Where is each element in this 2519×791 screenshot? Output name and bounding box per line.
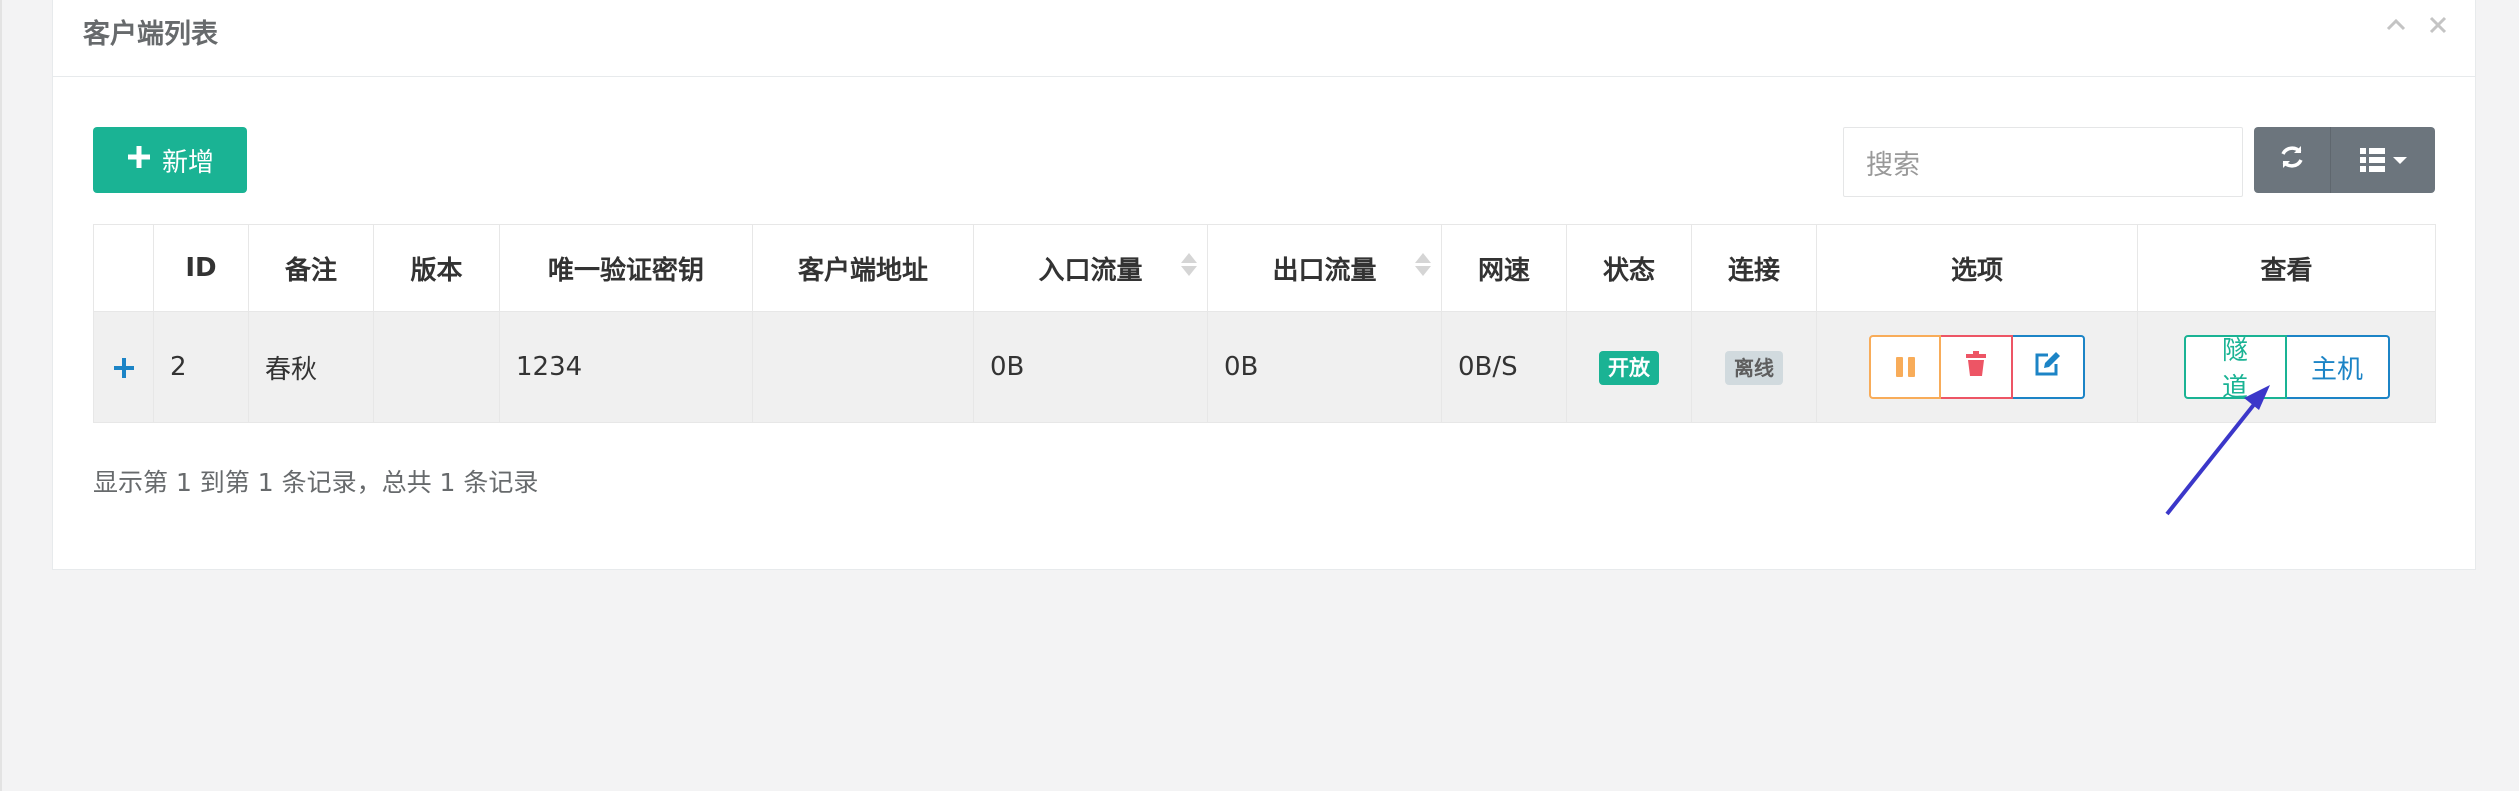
pause-button[interactable] <box>1869 335 1941 399</box>
cell-remark: 春秋 <box>248 311 374 423</box>
add-client-button[interactable]: 新增 <box>93 127 247 193</box>
client-table: ID 备注 版本 唯一验证密钥 客户端地址 入口流量 出口流量 网速 状态 连接… <box>93 224 2436 423</box>
search-input[interactable]: 搜索 <box>1843 127 2243 197</box>
chevron-up-icon[interactable] <box>2385 12 2407 42</box>
col-header-outbound-label: 出口流量 <box>1272 255 1377 286</box>
pause-icon <box>1895 357 1915 377</box>
cell-outbound-traffic: 0B <box>1207 311 1442 423</box>
columns-toggle-button[interactable] <box>2331 127 2435 193</box>
cell-connection: 离线 <box>1691 311 1817 423</box>
panel-title: 客户端列表 <box>83 19 218 50</box>
expand-row-icon[interactable] <box>93 311 154 423</box>
add-button-label: 新增 <box>161 147 214 178</box>
cell-id: 2 <box>153 311 249 423</box>
view-button-group: 隧道 主机 <box>2183 335 2390 403</box>
list-columns-icon <box>2359 148 2385 172</box>
cell-speed: 0B/S <box>1441 311 1567 423</box>
table-row: 2 春秋 1234 0B 0B 0B/S 开放 离线 隧道 主机 <box>93 311 2436 423</box>
status-badge: 开放 <box>1599 351 1659 385</box>
caret-down-icon <box>2392 156 2407 164</box>
plus-icon <box>126 144 152 177</box>
col-header-verify-key: 唯一验证密钥 <box>499 224 753 312</box>
page-left-border <box>0 0 2 791</box>
edit-button[interactable] <box>2013 335 2085 399</box>
col-header-speed: 网速 <box>1441 224 1567 312</box>
cell-verify-key: 1234 <box>499 311 753 423</box>
col-header-inbound-traffic[interactable]: 入口流量 <box>973 224 1208 312</box>
delete-button[interactable] <box>1941 335 2013 399</box>
view-host-button[interactable]: 主机 <box>2286 335 2390 399</box>
col-header-view: 查看 <box>2137 224 2436 312</box>
close-icon[interactable] <box>2427 12 2449 42</box>
col-header-client-address: 客户端地址 <box>752 224 974 312</box>
col-header-inbound-label: 入口流量 <box>1038 255 1143 286</box>
col-header-outbound-traffic[interactable]: 出口流量 <box>1207 224 1442 312</box>
refresh-icon <box>2278 140 2306 180</box>
view-tunnel-button[interactable]: 隧道 <box>2183 335 2287 403</box>
sort-icon <box>1415 253 1431 276</box>
col-header-connection: 连接 <box>1691 224 1817 312</box>
sort-icon <box>1181 253 1197 276</box>
col-header-remark: 备注 <box>248 224 374 312</box>
cell-options <box>1816 311 2138 423</box>
col-header-expand <box>93 224 154 312</box>
cell-inbound-traffic: 0B <box>973 311 1208 423</box>
panel-header: 客户端列表 <box>53 0 2475 77</box>
col-header-status: 状态 <box>1566 224 1692 312</box>
panel-tools <box>2385 12 2449 42</box>
cell-view: 隧道 主机 <box>2137 311 2436 423</box>
options-button-group <box>1869 335 2085 399</box>
refresh-button[interactable] <box>2254 127 2331 193</box>
cell-status: 开放 <box>1566 311 1692 423</box>
trash-icon <box>1965 350 1987 384</box>
col-header-options: 选项 <box>1816 224 2138 312</box>
table-tools-group <box>2254 127 2435 193</box>
edit-icon <box>2034 351 2062 384</box>
col-header-version: 版本 <box>373 224 500 312</box>
cell-version <box>373 311 500 423</box>
table-header-row: ID 备注 版本 唯一验证密钥 客户端地址 入口流量 出口流量 网速 状态 连接… <box>93 224 2436 312</box>
pagination-info: 显示第 1 到第 1 条记录，总共 1 条记录 <box>93 468 539 497</box>
cell-client-address <box>752 311 974 423</box>
connection-badge: 离线 <box>1725 351 1783 385</box>
col-header-id: ID <box>153 224 249 312</box>
